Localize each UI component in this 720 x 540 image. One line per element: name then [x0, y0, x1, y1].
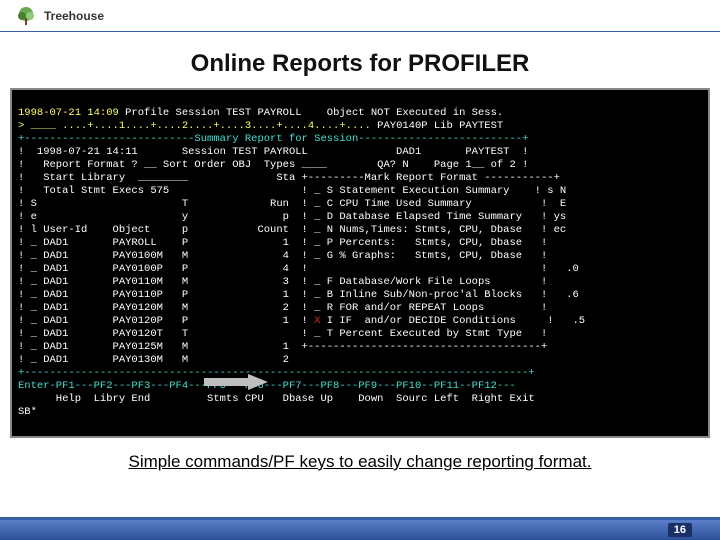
pfkey-line: Enter-PF1---PF2---PF3---PF4---PF5---PF6-… — [18, 380, 516, 392]
command-prompt[interactable]: SB* — [18, 406, 37, 418]
logo-bar: Treehouse — [0, 0, 720, 32]
box-top: +---------------------------Summary Repo… — [18, 133, 528, 145]
tree-icon — [14, 4, 38, 28]
table-row: ! _ DAD1 PAY0100M M 4 ! _ G % Graphs: St… — [18, 250, 547, 262]
slide-title-area: Online Reports for PROFILER — [0, 32, 720, 88]
table-row: ! _ DAD1 PAY0120T T ! _ T Percent Execut… — [18, 328, 547, 340]
table-row: ! _ DAD1 PAY0110P P 1 ! _ B Inline Sub/N… — [18, 289, 579, 301]
terminal-screen: 1998-07-21 14:09 Profile Session TEST PA… — [10, 88, 710, 438]
table-row: ! S T Run ! _ C CPU Time Used Summary ! … — [18, 198, 566, 210]
session-header: Profile Session TEST PAYROLL Object NOT … — [119, 107, 503, 119]
pfkey-labels[interactable]: Help Libry End Stmts CPU Dbase Up Down S… — [18, 393, 535, 405]
footer-bar: 16 — [0, 520, 720, 540]
table-row: ! _ DAD1 PAY0110M M 3 ! _ F Database/Wor… — [18, 276, 547, 288]
library-line: ! Start Library ________ Sta +---------M… — [18, 172, 560, 184]
slide-caption: Simple commands/PF keys to easily change… — [0, 438, 720, 472]
table-row: ! _ DAD1 PAY0120M M 2 ! _ R FOR and/or R… — [18, 302, 547, 314]
ruler-line: > ____ ....+....1....+....2....+....3...… — [18, 120, 371, 132]
table-row: ! l User-Id Object p Count ! _ N Nums,Ti… — [18, 224, 566, 236]
table-row: ! _ DAD1 PAY0120P P 1 ! — [18, 315, 314, 327]
format-line: ! Report Format ? __ Sort Order OBJ Type… — [18, 159, 528, 171]
timestamp: 1998-07-21 14:09 — [18, 107, 119, 119]
page-number: 16 — [668, 523, 692, 537]
table-row: ! e y p ! _ D Database Elapsed Time Summ… — [18, 211, 566, 223]
table-row: ! _ DAD1 PAY0100P P 4 ! ! .0 — [18, 263, 579, 275]
table-row: ! _ DAD1 PAYROLL P 1 ! _ P Percents: Stm… — [18, 237, 547, 249]
object-name: PAY0140P — [371, 120, 428, 132]
execs-line: ! Total Stmt Execs 575 ! _ S Statement E… — [18, 185, 566, 197]
table-row: ! _ DAD1 PAY0130M M 2 — [18, 354, 289, 366]
lib-name: PAYTEST — [453, 120, 503, 132]
slide-title: Online Reports for PROFILER — [0, 50, 720, 78]
session-line: ! 1998-07-21 14:11 Session TEST PAYROLL … — [18, 146, 528, 158]
table-row: ! _ DAD1 PAY0125M M 1 +-----------------… — [18, 341, 547, 353]
logo-company: Treehouse — [44, 9, 104, 23]
box-bottom: +---------------------------------------… — [18, 367, 535, 379]
